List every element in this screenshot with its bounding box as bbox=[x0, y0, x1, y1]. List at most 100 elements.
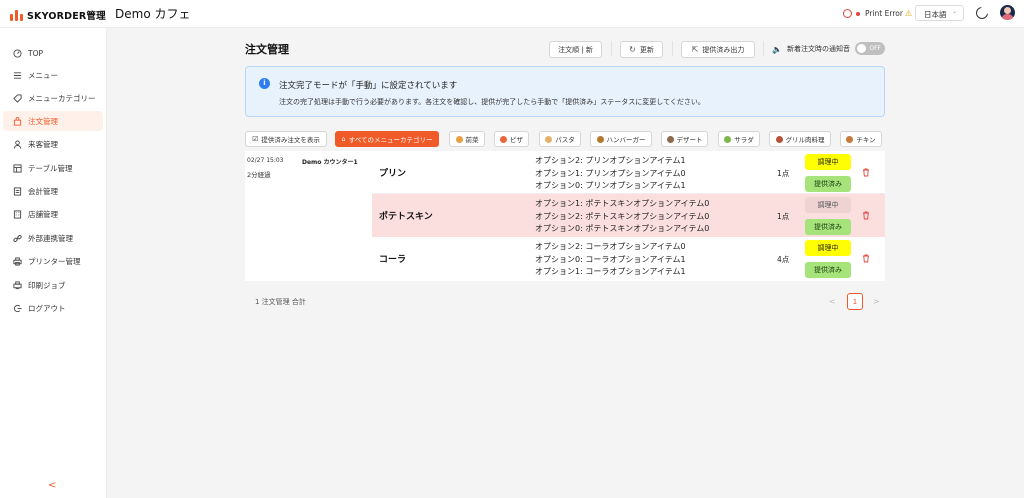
hamburger-icon bbox=[596, 135, 604, 143]
chevron-down-icon: ⌄ bbox=[951, 8, 957, 15]
salad-icon bbox=[724, 135, 732, 143]
sidebar-item-printers[interactable]: プリンター管理 bbox=[3, 251, 103, 271]
pagination-current-page[interactable]: 1 bbox=[847, 293, 863, 310]
invoice-icon bbox=[13, 186, 22, 196]
chicken-icon bbox=[846, 135, 854, 143]
order-sort-label: 注文順 | 新 bbox=[558, 45, 593, 54]
sidebar-collapse-chevron-icon[interactable]: < bbox=[48, 480, 56, 491]
order-card: 02/27 15:03 Demo カウンター1 2分経過 プリン オプション2:… bbox=[245, 151, 885, 281]
item-option: オプション2: プリンオプションアイテム1 bbox=[535, 156, 686, 165]
filter-dessert[interactable]: デザート bbox=[661, 131, 708, 147]
item-options: オプション2: プリンオプションアイテム1 オプション1: プリンオプションアイ… bbox=[535, 155, 686, 193]
order-table: Demo カウンター1 bbox=[302, 159, 358, 166]
sidebar-item-accounting[interactable]: 会計管理 bbox=[3, 181, 103, 201]
item-option: オプション0: ポテトスキンオプションアイテム0 bbox=[535, 224, 710, 233]
table-icon bbox=[13, 163, 22, 173]
filter-grilled-meat[interactable]: グリル肉料理 bbox=[769, 131, 831, 147]
sidebar-item-stores[interactable]: 店舗管理 bbox=[3, 204, 103, 224]
mark-served-button[interactable]: 提供済み bbox=[805, 176, 851, 192]
notification-sound-setting: 🔈 新着注文時の通知音 bbox=[772, 44, 850, 54]
toggle-state-text: OFF bbox=[869, 44, 881, 52]
sidebar: TOP メニュー メニューカテゴリー 注文管理 来客管理 テーブル管理 会計管理… bbox=[0, 28, 107, 498]
pagination-prev-icon[interactable]: < bbox=[829, 297, 836, 306]
filter-all-categories[interactable]: ⌂ すべてのメニューカテゴリー bbox=[335, 131, 439, 147]
printer-status-text: Print Error bbox=[865, 9, 903, 18]
show-served-filter[interactable]: ☑ 提供済み注文を表示 bbox=[245, 131, 327, 147]
sidebar-item-top[interactable]: TOP bbox=[3, 43, 103, 63]
alert-description: 注文の完了処理は手動で行う必要があります。各注文を確認し、提供が完了したら手動で… bbox=[279, 98, 705, 106]
filter-hamburger[interactable]: ハンバーガー bbox=[590, 131, 652, 147]
shop-name: Demo カフェ bbox=[115, 7, 191, 21]
user-icon bbox=[13, 139, 22, 149]
filter-chicken[interactable]: チキン bbox=[840, 131, 882, 147]
link-icon bbox=[13, 234, 22, 243]
item-name: プリン bbox=[379, 169, 407, 179]
toolbar-divider bbox=[672, 41, 673, 56]
filter-label: すべてのメニューカテゴリー bbox=[348, 136, 433, 144]
sidebar-item-label: 外部連携管理 bbox=[28, 233, 73, 243]
order-item-row: プリン オプション2: プリンオプションアイテム1 オプション1: プリンオプシ… bbox=[372, 151, 885, 194]
sidebar-item-orders[interactable]: 注文管理 bbox=[3, 111, 103, 131]
sidebar-item-tables[interactable]: テーブル管理 bbox=[3, 158, 103, 178]
item-option: オプション1: プリンオプションアイテム0 bbox=[535, 168, 686, 178]
order-sort-button[interactable]: 注文順 | 新 bbox=[549, 41, 602, 58]
item-quantity: 1点 bbox=[777, 212, 790, 221]
export-label: 提供済み出力 bbox=[702, 45, 745, 54]
status-dot-icon bbox=[856, 11, 860, 16]
cooking-status-button[interactable]: 調理中 bbox=[805, 240, 851, 256]
filter-label: 提供済み注文を表示 bbox=[261, 136, 320, 144]
theme-toggle-moon-icon[interactable] bbox=[976, 6, 989, 19]
sidebar-item-print-jobs[interactable]: 印刷ジョブ bbox=[3, 275, 103, 295]
sidebar-item-label: ログアウト bbox=[28, 303, 66, 313]
filter-label: デザート bbox=[676, 136, 703, 144]
sidebar-item-label: 店舗管理 bbox=[28, 209, 58, 219]
pizza-icon bbox=[500, 135, 507, 143]
order-time: 02/27 15:03 bbox=[247, 157, 284, 164]
notification-sound-toggle[interactable]: OFF bbox=[855, 42, 885, 55]
language-value: 日本語 bbox=[924, 10, 947, 19]
cooking-status-button[interactable]: 調理中 bbox=[805, 154, 851, 170]
export-served-button[interactable]: ⇱ 提供済み出力 bbox=[681, 41, 755, 58]
filter-label: グリル肉料理 bbox=[785, 136, 825, 144]
notification-label: 新着注文時の通知音 bbox=[786, 45, 850, 53]
warning-icon: ⚠ bbox=[904, 9, 913, 18]
filter-label: ハンバーガー bbox=[606, 136, 646, 144]
sidebar-item-menu-category[interactable]: メニューカテゴリー bbox=[3, 88, 103, 108]
filter-appetizer[interactable]: 前菜 bbox=[449, 131, 485, 147]
toggle-knob bbox=[857, 44, 866, 53]
item-option: オプション0: コーラオプションアイテム1 bbox=[535, 254, 686, 264]
trash-icon[interactable] bbox=[862, 254, 870, 263]
trash-icon[interactable] bbox=[862, 168, 870, 177]
sidebar-item-logout[interactable]: ログアウト bbox=[3, 298, 103, 318]
toolbar-divider bbox=[763, 41, 764, 56]
item-option: オプション1: コーラオプションアイテム1 bbox=[535, 267, 686, 276]
filter-salad[interactable]: サラダ bbox=[718, 131, 760, 147]
filter-pasta[interactable]: パスタ bbox=[539, 131, 581, 147]
order-elapsed: 2分経過 bbox=[247, 171, 271, 179]
item-option: オプション2: コーラオプションアイテム0 bbox=[535, 242, 686, 251]
sidebar-item-label: 印刷ジョブ bbox=[28, 280, 66, 290]
trash-icon[interactable] bbox=[862, 211, 870, 220]
avatar[interactable] bbox=[1000, 5, 1015, 20]
pagination-next-icon[interactable]: > bbox=[873, 297, 880, 306]
grilled-meat-icon bbox=[775, 135, 783, 143]
item-quantity: 4点 bbox=[777, 255, 790, 264]
tag-icon: ⌂ bbox=[341, 135, 346, 143]
mark-served-button[interactable]: 提供済み bbox=[805, 219, 851, 235]
language-select[interactable]: 日本語 ⌄ bbox=[915, 5, 964, 21]
order-item-row: コーラ オプション2: コーラオプションアイテム0 オプション0: コーラオプシ… bbox=[372, 237, 885, 280]
sidebar-item-label: プリンター管理 bbox=[28, 256, 81, 266]
sidebar-item-menu[interactable]: メニュー bbox=[3, 65, 103, 85]
refresh-button[interactable]: ↻ 更新 bbox=[620, 41, 663, 58]
printer-status[interactable]: Print Error ⚠ bbox=[843, 9, 912, 18]
cooking-status-button[interactable]: 調理中 bbox=[805, 197, 851, 213]
toolbar-divider bbox=[611, 41, 612, 56]
app-logo[interactable]: SKYORDER管理 bbox=[10, 8, 106, 22]
refresh-icon: ↻ bbox=[629, 45, 636, 54]
logout-icon bbox=[13, 304, 22, 313]
mark-served-button[interactable]: 提供済み bbox=[805, 262, 851, 278]
sidebar-item-integrations[interactable]: 外部連携管理 bbox=[3, 228, 103, 248]
filter-pizza[interactable]: ピザ bbox=[494, 131, 529, 147]
sidebar-item-visitors[interactable]: 来客管理 bbox=[3, 134, 103, 154]
sidebar-item-label: メニューカテゴリー bbox=[28, 93, 96, 103]
